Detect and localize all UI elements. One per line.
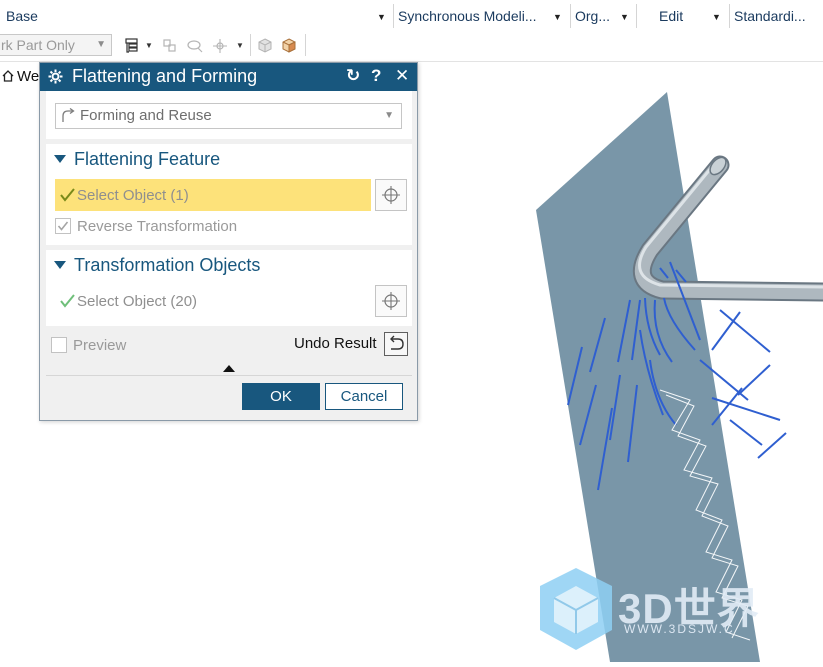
cancel-button[interactable]: Cancel (325, 383, 403, 410)
cube-colored-icon[interactable] (280, 37, 298, 55)
toolbar-divider (250, 34, 251, 56)
close-icon[interactable]: ✕ (395, 66, 409, 86)
undo-result-label: Undo Result (294, 335, 377, 352)
check-icon (60, 294, 75, 308)
select-body-icon[interactable] (186, 37, 204, 55)
graphics-window-tab-label: We (17, 67, 40, 85)
reverse-transformation-checkbox[interactable] (55, 218, 71, 234)
crosshair-select-button[interactable] (375, 179, 407, 211)
checkmark-icon (57, 221, 69, 231)
collapse-triangle-icon (54, 155, 66, 163)
selection-toolbar: rk Part Only ▼ ▼ ▼ (0, 31, 823, 62)
preview-checkbox[interactable] (51, 337, 67, 353)
ribbon-group-standardization[interactable]: Standardi... (734, 0, 823, 31)
crosshair-icon (382, 292, 400, 310)
ribbon-divider (729, 4, 730, 28)
select-object-row-active[interactable]: Select Object (1) (55, 179, 371, 211)
ribbon-group-label: Standardi... (734, 7, 806, 24)
ribbon-bar: Base ▼ Synchronous Modeli... ▼ Org... ▼ … (0, 0, 823, 32)
assembly-filter-icon[interactable] (124, 37, 142, 55)
chevron-down-icon: ▼ (384, 110, 394, 121)
type-dropdown[interactable]: Forming and Reuse ▼ (55, 103, 402, 129)
select-object-row[interactable]: Select Object (20) (55, 285, 371, 317)
reverse-transformation-option[interactable]: Reverse Transformation (55, 216, 237, 236)
ribbon-group-label: Base (6, 7, 38, 24)
ok-button[interactable]: OK (242, 383, 320, 410)
selection-scope-value: rk Part Only (1, 37, 75, 53)
ribbon-group-label: Synchronous Modeli... (398, 7, 537, 24)
section-header-flattening[interactable]: Flattening Feature (54, 146, 220, 172)
ribbon-divider (570, 4, 571, 28)
chevron-down-icon: ▼ (96, 39, 106, 50)
undo-result-button[interactable] (384, 332, 408, 356)
dialog-title-bar[interactable]: Flattening and Forming ↻ ? ✕ (40, 63, 417, 91)
flattening-feature-panel: Flattening Feature Select Object (1) Rev… (46, 144, 412, 245)
section-title: Flattening Feature (74, 148, 221, 169)
toolbar-divider (305, 34, 306, 56)
crosshair-select-button[interactable] (375, 285, 407, 317)
check-icon (60, 188, 75, 202)
gear-icon (48, 69, 63, 84)
select-assembly-icon[interactable] (161, 37, 179, 55)
chevron-down-icon[interactable]: ▼ (145, 41, 153, 50)
section-header-transformation[interactable]: Transformation Objects (54, 252, 260, 278)
type-dropdown-value: Forming and Reuse (80, 107, 212, 124)
type-panel: Forming and Reuse ▼ (46, 91, 412, 139)
reuse-arrow-icon (62, 108, 75, 122)
expand-more-options-icon[interactable] (223, 365, 235, 372)
chevron-down-icon[interactable]: ▼ (712, 12, 721, 22)
select-object-label: Select Object (20) (77, 292, 198, 310)
ribbon-divider (636, 4, 637, 28)
ribbon-group-org[interactable]: Org... ▼ (575, 0, 631, 31)
help-icon[interactable]: ? (371, 66, 381, 86)
dialog-title: Flattening and Forming (72, 66, 258, 86)
selection-scope-dropdown[interactable]: rk Part Only ▼ (0, 34, 112, 56)
ribbon-divider (393, 4, 394, 28)
watermark-url: WWW.3DSJW.C (624, 622, 735, 636)
transformation-objects-panel: Transformation Objects Select Object (20… (46, 250, 412, 326)
preview-option[interactable]: Preview (51, 335, 126, 355)
home-icon (2, 70, 14, 82)
dialog-divider (46, 375, 412, 376)
chevron-down-icon[interactable]: ▼ (553, 12, 562, 22)
chevron-down-icon[interactable]: ▼ (620, 12, 629, 22)
reverse-transformation-label: Reverse Transformation (77, 217, 238, 235)
select-object-label: Select Object (1) (77, 186, 189, 204)
snap-point-icon[interactable] (211, 37, 229, 55)
undo-icon (390, 335, 404, 350)
preview-label: Preview (73, 336, 127, 354)
ribbon-group-base[interactable]: Base ▼ (6, 0, 388, 31)
crosshair-icon (382, 186, 400, 204)
ribbon-group-edit[interactable]: Edit ▼ (659, 0, 725, 31)
chevron-down-icon[interactable]: ▼ (236, 41, 244, 50)
section-title: Transformation Objects (74, 254, 261, 275)
flattening-forming-dialog: Flattening and Forming ↻ ? ✕ Forming and… (39, 62, 418, 421)
ribbon-group-synchronous[interactable]: Synchronous Modeli... ▼ (398, 0, 564, 31)
reset-icon[interactable]: ↻ (346, 66, 360, 86)
collapse-triangle-icon (54, 261, 66, 269)
ribbon-group-label: Edit (659, 7, 684, 24)
cube-gray-icon[interactable] (256, 37, 274, 55)
ribbon-group-label: Org... (575, 7, 611, 24)
chevron-down-icon[interactable]: ▼ (377, 12, 386, 22)
